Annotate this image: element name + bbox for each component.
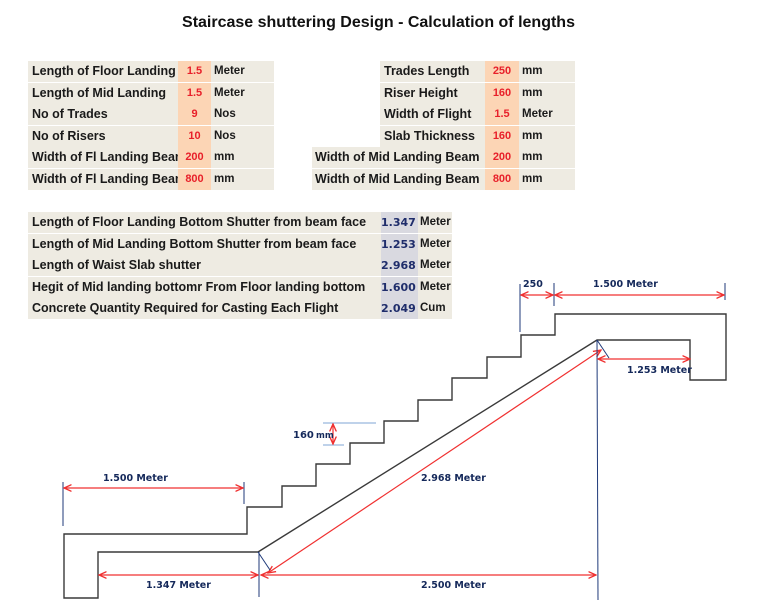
riser-dimension-unit: mm — [316, 431, 334, 441]
stair-outline — [63, 313, 727, 599]
horizontal-dimension-label: 2.500 Meter — [421, 580, 486, 591]
floor-bottom-dimension-label: 1.347 Meter — [146, 580, 211, 591]
waist-dimension-line — [268, 350, 601, 573]
mid-landing-dimension-label: 1.500 Meter — [593, 279, 658, 290]
floor-landing-dimension-label: 1.500 Meter — [103, 473, 168, 484]
waist-dimension-label: 2.968 Meter — [421, 473, 486, 484]
floor-bottom-corner-tick — [257, 551, 271, 571]
trade-dimension-label: 250 — [523, 279, 543, 290]
riser-dimension-value: 160 — [293, 430, 314, 441]
mid-landing-corner-tick — [596, 339, 610, 359]
mid-landing-vertical-extension — [596, 339, 599, 600]
staircase-diagram: 2.968 Meter 1.253 Meter 250 1.500 Meter … — [62, 279, 727, 600]
mid-landing-bottom-dimension-label: 1.253 Meter — [627, 365, 692, 376]
